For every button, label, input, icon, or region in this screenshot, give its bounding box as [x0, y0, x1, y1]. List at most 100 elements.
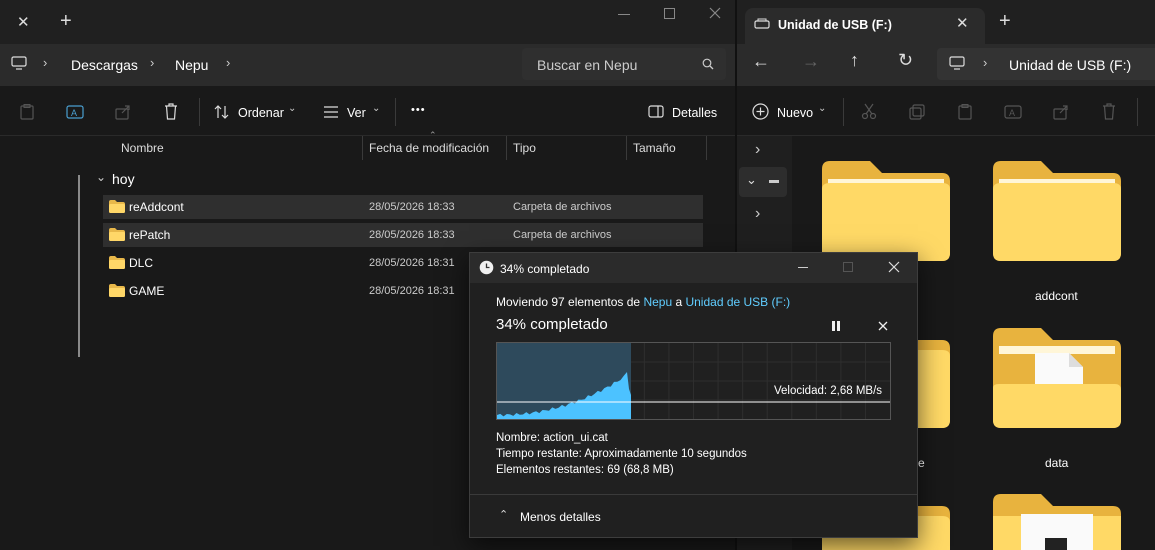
left-toolbar: A Ordenar ⌄ Ver ⌄ ••• Detalles: [0, 88, 735, 136]
file-name-line: Nombre: action_ui.cat: [496, 432, 608, 444]
speed-graph: Velocidad: 2,68 MB/s: [496, 342, 891, 420]
tab-usb-drive[interactable]: Unidad de USB (F:) ✕: [745, 8, 985, 44]
less-details-button[interactable]: Menos detalles: [520, 510, 601, 524]
file-type: Carpeta de archivos: [513, 229, 612, 241]
svg-text:A: A: [1009, 108, 1015, 118]
maximize-icon: [843, 262, 853, 272]
new-button[interactable]: Nuevo: [777, 106, 813, 120]
chevron-up-icon[interactable]: ⌃: [499, 508, 508, 521]
tab-title: Unidad de USB (F:): [778, 18, 892, 32]
svg-text:A: A: [71, 108, 77, 118]
refresh-icon[interactable]: ↻: [898, 50, 913, 71]
moving-middle: a: [672, 295, 686, 309]
close-icon[interactable]: [888, 261, 900, 273]
pause-icon[interactable]: [831, 321, 841, 331]
paste-icon[interactable]: [957, 104, 973, 120]
details-pane-icon[interactable]: [648, 105, 664, 118]
tab-close-button[interactable]: ✕: [17, 13, 30, 31]
breadcrumb-nepu[interactable]: Nepu: [175, 57, 208, 73]
right-tab-bar: Unidad de USB (F:) ✕ +: [737, 0, 1155, 44]
time-remaining-line: Tiempo restante: Aproximadamente 10 segu…: [496, 448, 747, 460]
delete-icon[interactable]: [1101, 103, 1117, 120]
speed-graph-svg: [497, 343, 890, 419]
breadcrumb-usb[interactable]: Unidad de USB (F:): [1009, 57, 1131, 73]
folder-icon: [993, 161, 1121, 261]
chevron-right-icon[interactable]: ›: [150, 55, 154, 70]
chevron-right-icon[interactable]: ›: [43, 55, 47, 70]
delete-icon[interactable]: [163, 103, 179, 120]
breadcrumb-descargas[interactable]: Descargas: [71, 57, 138, 73]
chevron-right-icon[interactable]: ›: [983, 55, 987, 70]
dialog-title-bar[interactable]: 34% completado: [470, 253, 917, 283]
dialog-title: 34% completado: [500, 262, 590, 276]
minimize-icon[interactable]: [798, 267, 808, 268]
column-header-name[interactable]: Nombre: [121, 141, 164, 155]
column-header-type[interactable]: Tipo: [513, 141, 536, 155]
close-icon[interactable]: [708, 6, 722, 20]
share-icon[interactable]: [1053, 104, 1069, 120]
address-bar[interactable]: › Unidad de USB (F:): [937, 48, 1155, 80]
folder-tile[interactable]: [822, 161, 950, 261]
source-link[interactable]: Nepu: [643, 295, 672, 309]
view-icon[interactable]: [323, 106, 339, 118]
column-divider[interactable]: [362, 136, 363, 160]
chevron-right-icon[interactable]: ›: [226, 55, 230, 70]
group-header-today[interactable]: hoy: [112, 171, 135, 187]
folder-tile[interactable]: [993, 161, 1121, 261]
search-input[interactable]: Buscar en Nepu: [522, 48, 726, 80]
more-options-button[interactable]: •••: [411, 104, 426, 116]
rename-icon[interactable]: A: [1004, 103, 1022, 121]
folder-icon: [993, 328, 1121, 428]
column-header-date[interactable]: Fecha de modificación: [369, 141, 489, 155]
folder-icon: [109, 256, 125, 269]
collapse-chevron-icon[interactable]: ⌄: [746, 172, 757, 188]
column-divider[interactable]: [506, 136, 507, 160]
sort-button[interactable]: Ordenar: [238, 106, 284, 120]
paste-icon[interactable]: [19, 104, 35, 120]
copy-icon[interactable]: [909, 104, 925, 120]
new-plus-icon[interactable]: [752, 103, 769, 120]
share-icon[interactable]: [115, 104, 131, 120]
cut-icon[interactable]: [861, 103, 877, 120]
usb-drive-icon: [754, 18, 770, 30]
clock-icon: [479, 260, 494, 275]
file-row[interactable]: reAddcont 28/05/2026 18:33 Carpeta de ar…: [103, 195, 703, 219]
divider: [470, 494, 917, 495]
this-pc-icon: [949, 55, 965, 71]
file-date: 28/05/2026 18:31: [369, 285, 455, 297]
cancel-icon[interactable]: [878, 321, 888, 331]
tab-close-button[interactable]: ✕: [956, 14, 969, 32]
folder-tile[interactable]: [993, 494, 1121, 550]
details-button[interactable]: Detalles: [672, 106, 717, 120]
column-divider[interactable]: [626, 136, 627, 160]
destination-link[interactable]: Unidad de USB (F:): [685, 295, 790, 309]
folder-tile[interactable]: [993, 328, 1121, 428]
maximize-icon[interactable]: [664, 8, 675, 19]
column-header-size[interactable]: Tamaño: [633, 141, 676, 155]
minimize-icon[interactable]: [618, 14, 630, 15]
expand-chevron-icon[interactable]: ›: [755, 141, 760, 159]
up-arrow-icon[interactable]: ↑: [850, 50, 859, 71]
collapse-chevron-icon[interactable]: ⌄: [96, 170, 106, 184]
chevron-down-icon[interactable]: ⌄: [818, 103, 826, 114]
new-tab-button[interactable]: +: [999, 10, 1011, 33]
expand-chevron-icon[interactable]: ›: [755, 205, 760, 223]
rename-icon[interactable]: A: [66, 103, 84, 121]
items-remaining-line: Elementos restantes: 69 (68,8 MB): [496, 464, 674, 476]
nav-pane-scrollbar[interactable]: [78, 175, 80, 357]
usb-drive-icon: ▬: [769, 175, 779, 186]
chevron-down-icon[interactable]: ⌄: [288, 103, 296, 114]
sort-icon[interactable]: [214, 104, 230, 120]
file-row[interactable]: rePatch 28/05/2026 18:33 Carpeta de arch…: [103, 223, 703, 247]
folder-icon: [109, 228, 125, 241]
chevron-down-icon[interactable]: ⌄: [372, 103, 380, 114]
new-tab-button[interactable]: +: [60, 10, 72, 33]
folder-label: addcont: [1035, 289, 1078, 303]
view-button[interactable]: Ver: [347, 106, 366, 120]
nav-item-selected[interactable]: ⌄ ▬: [739, 167, 787, 197]
address-bar[interactable]: › Descargas › Nepu ›: [0, 48, 510, 80]
file-date: 28/05/2026 18:33: [369, 229, 455, 241]
forward-arrow-icon[interactable]: →: [802, 51, 820, 72]
back-arrow-icon[interactable]: ←: [752, 51, 770, 72]
column-divider[interactable]: [706, 136, 707, 160]
